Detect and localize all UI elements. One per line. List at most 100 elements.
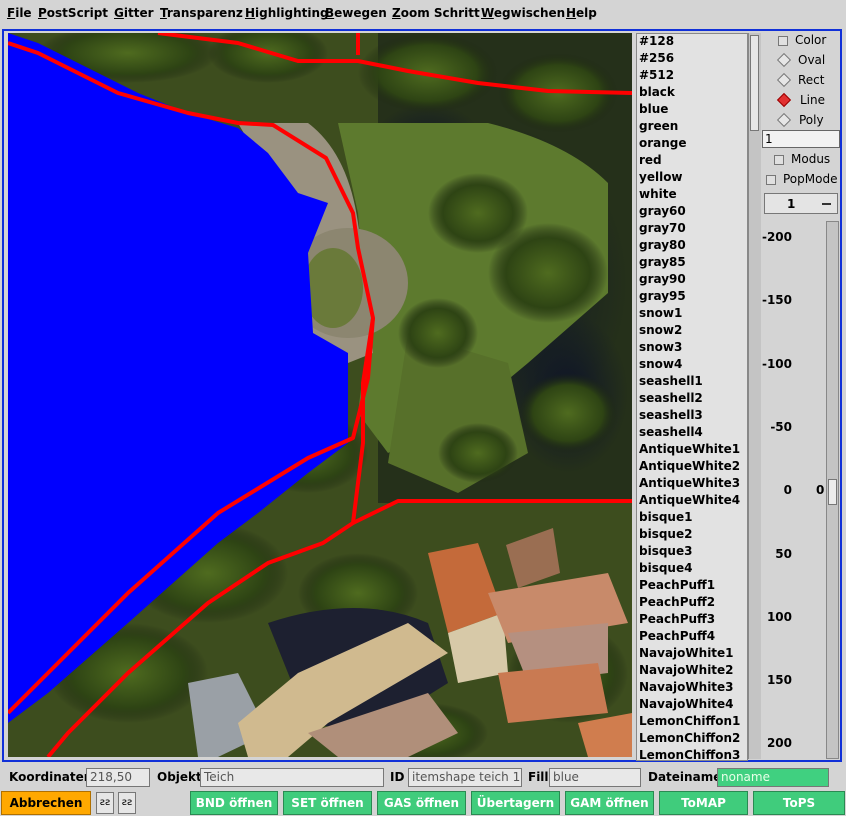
color-list-item[interactable]: snow4 (639, 357, 682, 371)
popmode-checkbox[interactable] (766, 175, 776, 185)
menu-item-4[interactable]: Highlighting (245, 6, 329, 20)
menu-item-1[interactable]: PostScript (38, 6, 108, 20)
oval-label: Oval (798, 53, 826, 67)
menu-item-6[interactable]: Zoom Schritt (392, 6, 480, 20)
color-list-item[interactable]: #128 (639, 34, 674, 48)
color-list-item[interactable]: white (639, 187, 677, 201)
color-list-item[interactable]: bisque1 (639, 510, 692, 524)
modus-checkbox[interactable] (774, 155, 784, 165)
color-list-item[interactable]: seashell2 (639, 391, 703, 405)
color-list-item[interactable]: seashell3 (639, 408, 703, 422)
color-list-item[interactable]: snow1 (639, 306, 682, 320)
aerial-map[interactable] (8, 33, 632, 757)
color-list-item[interactable]: gray60 (639, 204, 686, 218)
uebertragen-button[interactable]: Übertagern (471, 791, 560, 815)
menu-label: ransparenz (166, 6, 243, 20)
color-list-item[interactable]: blue (639, 102, 668, 116)
map-canvas[interactable] (8, 33, 632, 757)
color-checkbox[interactable] (778, 36, 788, 46)
color-list-item[interactable]: green (639, 119, 678, 133)
color-list-item[interactable]: LemonChiffon1 (639, 714, 740, 728)
color-list-item[interactable]: orange (639, 136, 687, 150)
color-list-item[interactable]: seashell1 (639, 374, 703, 388)
color-list-item[interactable]: seashell4 (639, 425, 703, 439)
objekt-field[interactable]: Teich (200, 768, 384, 787)
color-list-item[interactable]: bisque4 (639, 561, 692, 575)
color-list-item[interactable]: snow3 (639, 340, 682, 354)
color-list-item[interactable]: yellow (639, 170, 683, 184)
color-list-item[interactable]: PeachPuff4 (639, 629, 715, 643)
id-field[interactable]: itemshape teich 100 (408, 768, 522, 787)
color-list[interactable]: #128 #256 #512 black blue green orange red yello… (636, 33, 748, 761)
menu-label: ighlighting (255, 6, 329, 20)
menu-item-7[interactable]: Wegwischen (481, 6, 565, 20)
bnd-open-button[interactable]: BND öffnen (190, 791, 278, 815)
gas-open-button[interactable]: GAS öffnen (377, 791, 466, 815)
menu-label: egwischen (493, 6, 566, 20)
color-list-item[interactable]: PeachPuff2 (639, 595, 715, 609)
color-list-item[interactable]: snow2 (639, 323, 682, 337)
menu-mnemonic: G (114, 6, 124, 20)
menu-item-8[interactable]: Help (566, 6, 597, 20)
scale-tick-label: 150 (766, 673, 792, 688)
color-list-item[interactable]: NavajoWhite1 (639, 646, 734, 660)
menu-label: ostScript (46, 6, 109, 20)
id-label: ID (390, 770, 405, 784)
color-list-item[interactable]: black (639, 85, 675, 99)
color-list-item[interactable]: AntiqueWhite2 (639, 459, 740, 473)
scrollbar-thumb[interactable] (750, 35, 759, 131)
menu-mnemonic: W (481, 6, 494, 20)
objekt-label: Objekt (157, 770, 202, 784)
menu-label: ile (15, 6, 32, 20)
color-list-item[interactable]: #256 (639, 51, 674, 65)
menu-mnemonic: Z (392, 6, 401, 20)
color-label: Color (795, 33, 827, 47)
color-list-item[interactable]: NavajoWhite2 (639, 663, 734, 677)
color-list-item[interactable]: bisque2 (639, 527, 692, 541)
fill-label: Fill (528, 770, 549, 784)
menu-item-3[interactable]: Transparenz (160, 6, 243, 20)
color-list-item[interactable]: LemonChiffon2 (639, 731, 740, 745)
color-list-item[interactable]: NavajoWhite3 (639, 680, 734, 694)
offset-scale: -200 -150 -100 -50 0 50 100 150 200 0 (760, 220, 828, 760)
offset-slider[interactable] (826, 221, 839, 759)
modus-label: Modus (791, 152, 831, 166)
menu-item-0[interactable]: File (7, 6, 32, 20)
color-list-item[interactable]: gray70 (639, 221, 686, 235)
size-select[interactable]: 1 (764, 193, 838, 214)
color-list-item[interactable]: PeachPuff3 (639, 612, 715, 626)
dateiname-field[interactable]: noname (717, 768, 829, 787)
color-list-item[interactable]: #512 (639, 68, 674, 82)
abbrechen-button[interactable]: Abbrechen (1, 791, 91, 815)
color-list-item[interactable]: gray95 (639, 289, 686, 303)
color-list-item[interactable]: PeachPuff1 (639, 578, 715, 592)
menu-label: ewegen (334, 6, 387, 20)
menu-item-5[interactable]: Bewegen (325, 6, 387, 20)
gam-open-button[interactable]: GAM öffnen (565, 791, 654, 815)
menu-mnemonic: F (7, 6, 16, 20)
color-list-item[interactable]: LemonChiffon3 (639, 748, 740, 760)
color-list-item[interactable]: AntiqueWhite3 (639, 476, 740, 490)
color-list-item[interactable]: gray80 (639, 238, 686, 252)
color-list-item[interactable]: bisque3 (639, 544, 692, 558)
menu-mnemonic: P (38, 6, 47, 20)
size-select-value: 1 (787, 197, 796, 211)
menu-mnemonic: H (566, 6, 577, 20)
set-open-button[interactable]: SET öffnen (283, 791, 372, 815)
color-list-item[interactable]: gray85 (639, 255, 686, 269)
color-list-item[interactable]: gray90 (639, 272, 686, 286)
fill-field[interactable]: blue (549, 768, 641, 787)
color-list-item[interactable]: red (639, 153, 662, 167)
tool1-button[interactable]: ƨƨ (96, 792, 114, 814)
tomap-button[interactable]: ToMAP (659, 791, 748, 815)
color-list-item[interactable]: AntiqueWhite1 (639, 442, 740, 456)
tool2-button[interactable]: ƨƨ (118, 792, 136, 814)
offset-slider-knob[interactable] (828, 479, 837, 505)
scale-tick-label: -50 (770, 419, 792, 434)
menu-item-2[interactable]: Gitter (114, 6, 154, 20)
color-list-item[interactable]: NavajoWhite4 (639, 697, 734, 711)
menu-mnemonic: H (245, 6, 256, 20)
line-width-input[interactable]: 1 (762, 130, 840, 148)
color-list-item[interactable]: AntiqueWhite4 (639, 493, 740, 507)
tops-button[interactable]: ToPS (753, 791, 845, 815)
